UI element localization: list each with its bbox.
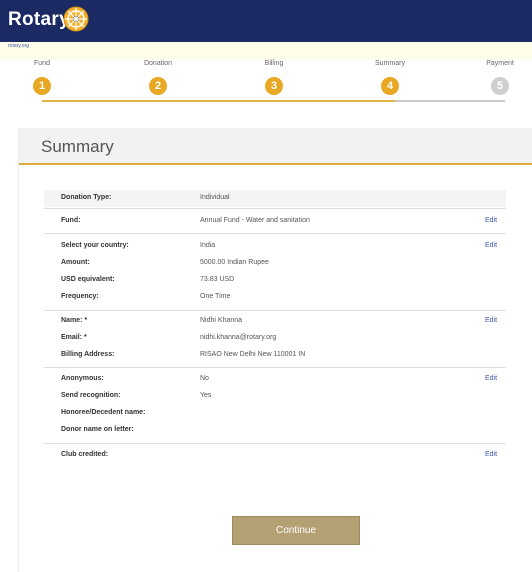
edit-country-link[interactable]: Edit (485, 242, 497, 249)
summary-panel-header: Summary (19, 128, 532, 165)
step-number: 1 (33, 77, 51, 95)
row-label: Donor name on letter: (61, 426, 134, 433)
step-number: 3 (265, 77, 283, 95)
rotary-wheel-icon[interactable] (63, 6, 89, 32)
rotary-logo-text[interactable]: Rotary (8, 9, 70, 31)
step-number: 4 (381, 77, 399, 95)
table-row: Name: * Nidhi Khanna Edit (44, 313, 506, 330)
table-row: Select your country: India Edit (44, 238, 506, 255)
row-label: Select your country: (61, 242, 129, 249)
divider (44, 310, 506, 311)
step-donation: Donation 2 (128, 60, 188, 95)
edit-club-link[interactable]: Edit (485, 451, 497, 458)
edit-anonymous-link[interactable]: Edit (485, 375, 497, 382)
row-value: Nidhi Khanna (200, 317, 243, 324)
rotary-org-link[interactable]: rotary.org (8, 43, 29, 49)
step-fund: Fund 1 (12, 60, 72, 95)
progress-steps: Fund 1 Donation 2 Billing 3 Summary 4 Pa… (0, 60, 532, 120)
table-row: Club credited: Edit (44, 447, 506, 464)
step-summary: Summary 4 (360, 60, 420, 95)
row-value: Yes (200, 392, 212, 399)
table-row: USD equivalent: 73.83 USD (44, 272, 506, 289)
table-row: Honoree/Decedent name: (44, 405, 506, 422)
row-value: One Time (200, 293, 231, 300)
step-number: 5 (491, 77, 509, 95)
step-billing: Billing 3 (244, 60, 304, 95)
row-label: Club credited: (61, 451, 109, 458)
continue-button[interactable]: Continue (232, 516, 360, 545)
row-value: No (200, 375, 209, 382)
row-label: Honoree/Decedent name: (61, 409, 146, 416)
divider (44, 208, 506, 209)
row-label: Billing Address: (61, 351, 115, 358)
table-row: Anonymous: No Edit (44, 371, 506, 388)
table-row: Frequency: One Time (44, 289, 506, 306)
divider (44, 443, 506, 444)
step-label: Summary (375, 60, 405, 67)
page-title: Summary (41, 137, 114, 156)
header-strip (0, 42, 532, 60)
step-label: Payment (486, 60, 514, 67)
row-value: 73.83 USD (200, 276, 235, 283)
progress-track-remaining (395, 100, 505, 102)
row-label: Send recognition: (61, 392, 121, 399)
row-label: Donation Type: (61, 194, 112, 201)
row-value: Individual (200, 194, 230, 201)
table-row: Donor name on letter: (44, 422, 506, 439)
row-value: nidhi.khanna@rotary.org (200, 334, 277, 341)
table-row: Fund: Annual Fund - Water and sanitation… (44, 213, 506, 230)
divider (44, 233, 506, 234)
row-label: USD equivalent: (61, 276, 115, 283)
row-label: Frequency: (61, 293, 99, 300)
row-value: Annual Fund - Water and sanitation (200, 217, 310, 224)
row-label: Email: * (61, 334, 87, 341)
table-row: Email: * nidhi.khanna@rotary.org (44, 330, 506, 347)
divider (44, 367, 506, 368)
step-label: Fund (34, 60, 50, 67)
row-value: India (200, 242, 216, 249)
row-value: RISAO New Delhi New 110001 IN (200, 351, 306, 358)
step-number: 2 (149, 77, 167, 95)
row-label: Name: * (61, 317, 88, 324)
edit-name-link[interactable]: Edit (485, 317, 497, 324)
row-label: Fund: (61, 217, 81, 224)
table-row: Send recognition: Yes (44, 388, 506, 405)
step-label: Donation (143, 60, 173, 67)
row-label: Anonymous: (61, 375, 104, 382)
edit-fund-link[interactable]: Edit (485, 217, 497, 224)
table-row: Amount: 5000.00 Indian Rupee (44, 255, 506, 272)
table-row: Billing Address: RISAO New Delhi New 110… (44, 347, 506, 364)
row-value: 5000.00 Indian Rupee (200, 259, 269, 266)
step-label: Billing (264, 60, 284, 67)
step-payment: Payment 5 (470, 60, 530, 95)
table-row: Donation Type: Individual (44, 190, 506, 207)
row-label: Amount: (61, 259, 90, 266)
